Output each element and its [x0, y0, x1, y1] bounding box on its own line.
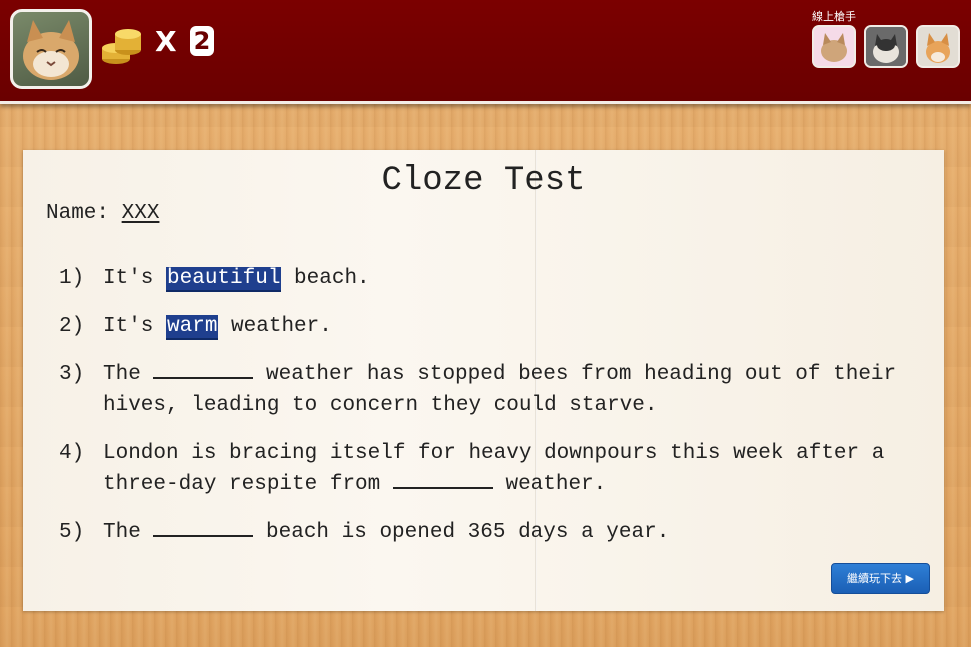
question-text: The	[103, 363, 154, 386]
name-label: Name:	[46, 202, 110, 225]
player-avatar[interactable]	[10, 9, 92, 89]
online-player-avatar[interactable]	[864, 25, 908, 68]
question-text: The	[103, 521, 154, 544]
question-number: 4)	[59, 442, 85, 465]
answer-blank-filled[interactable]: warm	[166, 315, 219, 340]
page-title: Cloze Test	[381, 162, 586, 200]
question-number: 3)	[59, 363, 85, 386]
question-number: 5)	[59, 521, 85, 544]
question-text: weather.	[492, 473, 607, 496]
cloze-test-sheet: Cloze Test Name: XXX 1) It's beautiful b…	[23, 150, 944, 611]
continue-button[interactable]: 繼續玩下去 ▶	[831, 563, 930, 594]
coin-stack-icon	[102, 29, 141, 64]
coin-count: 2	[190, 26, 214, 56]
question-text: weather.	[218, 315, 332, 338]
multiplier-symbol: X	[155, 25, 177, 58]
name-value: XXX	[121, 202, 160, 225]
top-bar: X 2 線上槍手	[0, 0, 971, 104]
question-text: It's	[103, 315, 167, 338]
online-players-label: 線上槍手	[812, 10, 856, 23]
question-text: beach.	[281, 267, 370, 290]
name-line: Name: XXX	[46, 202, 159, 225]
question-text: It's	[103, 267, 167, 290]
question-number: 2)	[59, 315, 85, 338]
answer-blank[interactable]	[153, 359, 254, 379]
question-number: 1)	[59, 267, 85, 290]
online-player-avatar[interactable]	[916, 25, 960, 68]
online-player-avatar[interactable]	[812, 25, 856, 68]
answer-blank-filled[interactable]: beautiful	[166, 267, 282, 292]
answer-blank[interactable]	[153, 517, 254, 537]
answer-blank[interactable]	[392, 469, 493, 489]
question-text: beach is opened 365 days a year.	[253, 521, 670, 544]
